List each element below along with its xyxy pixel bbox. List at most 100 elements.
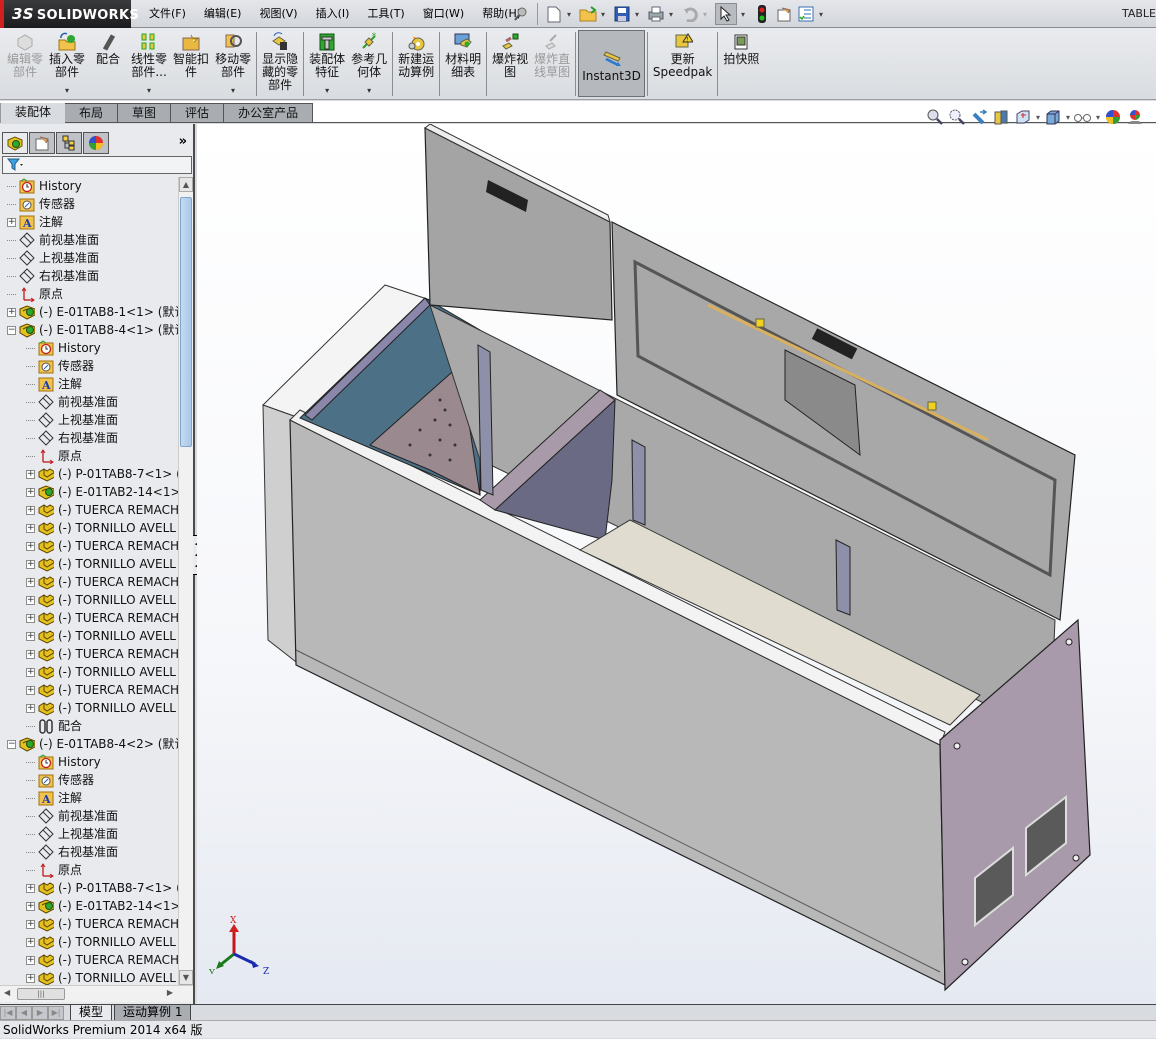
tree-vertical-scrollbar[interactable]: ▲ ▼ <box>178 177 193 985</box>
tree-item[interactable]: + (-) TORNILLO AVELL <box>0 591 178 609</box>
menu-file[interactable]: 文件(F) <box>140 0 195 28</box>
tree-item[interactable]: 传感器 <box>0 357 178 375</box>
apply-scene-icon[interactable] <box>1126 108 1144 126</box>
collapse-icon[interactable]: − <box>7 325 16 335</box>
undo-icon[interactable] <box>681 5 699 23</box>
tree-item[interactable]: + (-) P-01TAB8-7<1> ( <box>0 879 178 897</box>
tree-item[interactable]: 原点 <box>0 447 178 465</box>
dropdown-arrow-icon[interactable]: ▾ <box>367 86 371 95</box>
tab-layout[interactable]: 布局 <box>65 103 119 123</box>
tree-item[interactable]: + (-) TUERCA REMACH <box>0 915 178 933</box>
expand-icon[interactable]: + <box>26 523 35 533</box>
expand-icon[interactable]: + <box>26 595 35 605</box>
tree-item[interactable]: + (-) TUERCA REMACH <box>0 573 178 591</box>
tab-evaluate[interactable]: 评估 <box>171 103 225 123</box>
tree-item[interactable]: + A 注解 <box>0 213 178 231</box>
tree-item[interactable]: + (-) P-01TAB8-7<1> ( <box>0 465 178 483</box>
scroll-left-button[interactable]: ◀ <box>4 988 10 997</box>
tree-item[interactable]: − (-) E-01TAB8-4<1> (默认 <box>0 321 178 339</box>
open-icon[interactable] <box>579 5 597 23</box>
edit-component-button[interactable]: 编辑零 部件 <box>4 28 46 98</box>
expand-icon[interactable]: + <box>26 685 35 695</box>
tree-item[interactable]: History <box>0 339 178 357</box>
tree-item[interactable]: + (-) TORNILLO AVELL <box>0 969 178 985</box>
save-dropdown-icon[interactable]: ▾ <box>635 10 643 19</box>
dropdown-arrow-icon[interactable]: ▾ <box>325 86 329 95</box>
tree-item[interactable]: + (-) E-01TAB2-14<1> <box>0 483 178 501</box>
expand-icon[interactable]: + <box>26 955 35 965</box>
previous-view-icon[interactable] <box>970 108 988 126</box>
print-icon[interactable] <box>647 5 665 23</box>
filter-bar[interactable] <box>2 156 192 174</box>
tree-item[interactable]: A 注解 <box>0 375 178 393</box>
snapshot-button[interactable]: 拍快照 <box>720 28 762 98</box>
tree-item[interactable]: + (-) TORNILLO AVELL <box>0 699 178 717</box>
assembly-model[interactable] <box>197 123 1156 1004</box>
left-lid[interactable] <box>424 127 613 321</box>
expand-icon[interactable]: + <box>7 307 16 317</box>
expand-icon[interactable]: + <box>26 577 35 587</box>
expand-icon[interactable]: + <box>26 505 35 515</box>
tree-item[interactable]: 上视基准面 <box>0 411 178 429</box>
tree-item[interactable]: + (-) TUERCA REMACH <box>0 609 178 627</box>
linear-pattern-button[interactable]: 线性零 部件... ▾ <box>128 28 170 98</box>
menu-insert[interactable]: 插入(I) <box>307 0 359 28</box>
tree-item[interactable]: + (-) TORNILLO AVELL <box>0 933 178 951</box>
speedpak-button[interactable]: ! 更新 Speedpak <box>650 28 716 98</box>
tree-item[interactable]: 右视基准面 <box>0 843 178 861</box>
menu-tools[interactable]: 工具(T) <box>358 0 413 28</box>
expand-icon[interactable]: + <box>26 469 35 479</box>
undo-dropdown-icon[interactable]: ▾ <box>703 10 711 19</box>
tab-motion-study-1[interactable]: 运动算例 1 <box>114 1004 192 1021</box>
tree-item[interactable]: 传感器 <box>0 771 178 789</box>
expand-icon[interactable]: + <box>26 937 35 947</box>
smart-fasteners-button[interactable]: 智能扣 件 <box>170 28 212 98</box>
tree-item[interactable]: 右视基准面 <box>0 429 178 447</box>
tree-item[interactable]: History <box>0 177 178 195</box>
next-tab-button[interactable]: ▶ <box>32 1005 48 1020</box>
menu-view[interactable]: 视图(V) <box>250 0 306 28</box>
options-icon[interactable] <box>797 5 815 23</box>
tree-item[interactable]: A 注解 <box>0 789 178 807</box>
displaymanager-tab[interactable] <box>83 132 109 154</box>
hide-show-dropdown-icon[interactable]: ▾ <box>1096 113 1100 122</box>
dropdown-arrow-icon[interactable]: ▾ <box>65 86 69 95</box>
explode-line-sketch-button[interactable]: 爆炸直 线草图 <box>531 28 573 98</box>
scroll-down-button[interactable]: ▼ <box>179 970 193 985</box>
zoom-to-fit-icon[interactable] <box>926 108 944 126</box>
tree-item[interactable]: 上视基准面 <box>0 249 178 267</box>
solidworks-logo[interactable]: 3S SOLIDWORKS <box>0 0 139 28</box>
new-document-icon[interactable] <box>545 5 563 23</box>
tree-item[interactable]: 前视基准面 <box>0 231 178 249</box>
tree-item[interactable]: 上视基准面 <box>0 825 178 843</box>
tree-item[interactable]: + (-) TORNILLO AVELL <box>0 519 178 537</box>
expand-icon[interactable]: + <box>26 919 35 929</box>
tree-item[interactable]: 前视基准面 <box>0 393 178 411</box>
expand-icon[interactable]: + <box>26 541 35 551</box>
tree-item[interactable]: 右视基准面 <box>0 267 178 285</box>
bill-of-materials-button[interactable]: 材料明 细表 <box>442 28 484 98</box>
reference-geometry-button[interactable]: * 参考几 何体 ▾ <box>348 28 390 98</box>
expand-icon[interactable]: + <box>26 703 35 713</box>
show-hidden-button[interactable]: 显示隐 藏的零 部件 <box>259 28 301 98</box>
expand-panel-button[interactable]: » <box>179 134 187 149</box>
tree-item[interactable]: + (-) TUERCA REMACH <box>0 681 178 699</box>
propertymanager-tab[interactable] <box>29 132 55 154</box>
mate-button[interactable]: 配合 <box>88 28 128 98</box>
new-motion-study-button[interactable]: 新建运 动算例 <box>395 28 437 98</box>
options-dropdown-icon[interactable]: ▾ <box>819 10 827 19</box>
tab-office-products[interactable]: 办公室产品 <box>224 103 314 123</box>
move-component-button[interactable]: 移动零 部件 ▾ <box>212 28 254 98</box>
dropdown-arrow-icon[interactable]: ▾ <box>147 86 151 95</box>
filter-icon[interactable] <box>6 158 25 175</box>
expand-icon[interactable]: + <box>7 217 16 227</box>
open-dropdown-icon[interactable]: ▾ <box>601 10 609 19</box>
insert-component-button[interactable]: 插入零 部件 ▾ <box>46 28 88 98</box>
expand-icon[interactable]: + <box>26 649 35 659</box>
select-dropdown-icon[interactable]: ▾ <box>741 10 749 19</box>
tree-item[interactable]: 传感器 <box>0 195 178 213</box>
tree-item[interactable]: + (-) TORNILLO AVELL <box>0 627 178 645</box>
tree-item[interactable]: 配合 <box>0 717 178 735</box>
save-icon[interactable] <box>613 5 631 23</box>
graphics-area[interactable]: ▾ ▾ ▾ X Y Z <box>197 109 1156 1004</box>
